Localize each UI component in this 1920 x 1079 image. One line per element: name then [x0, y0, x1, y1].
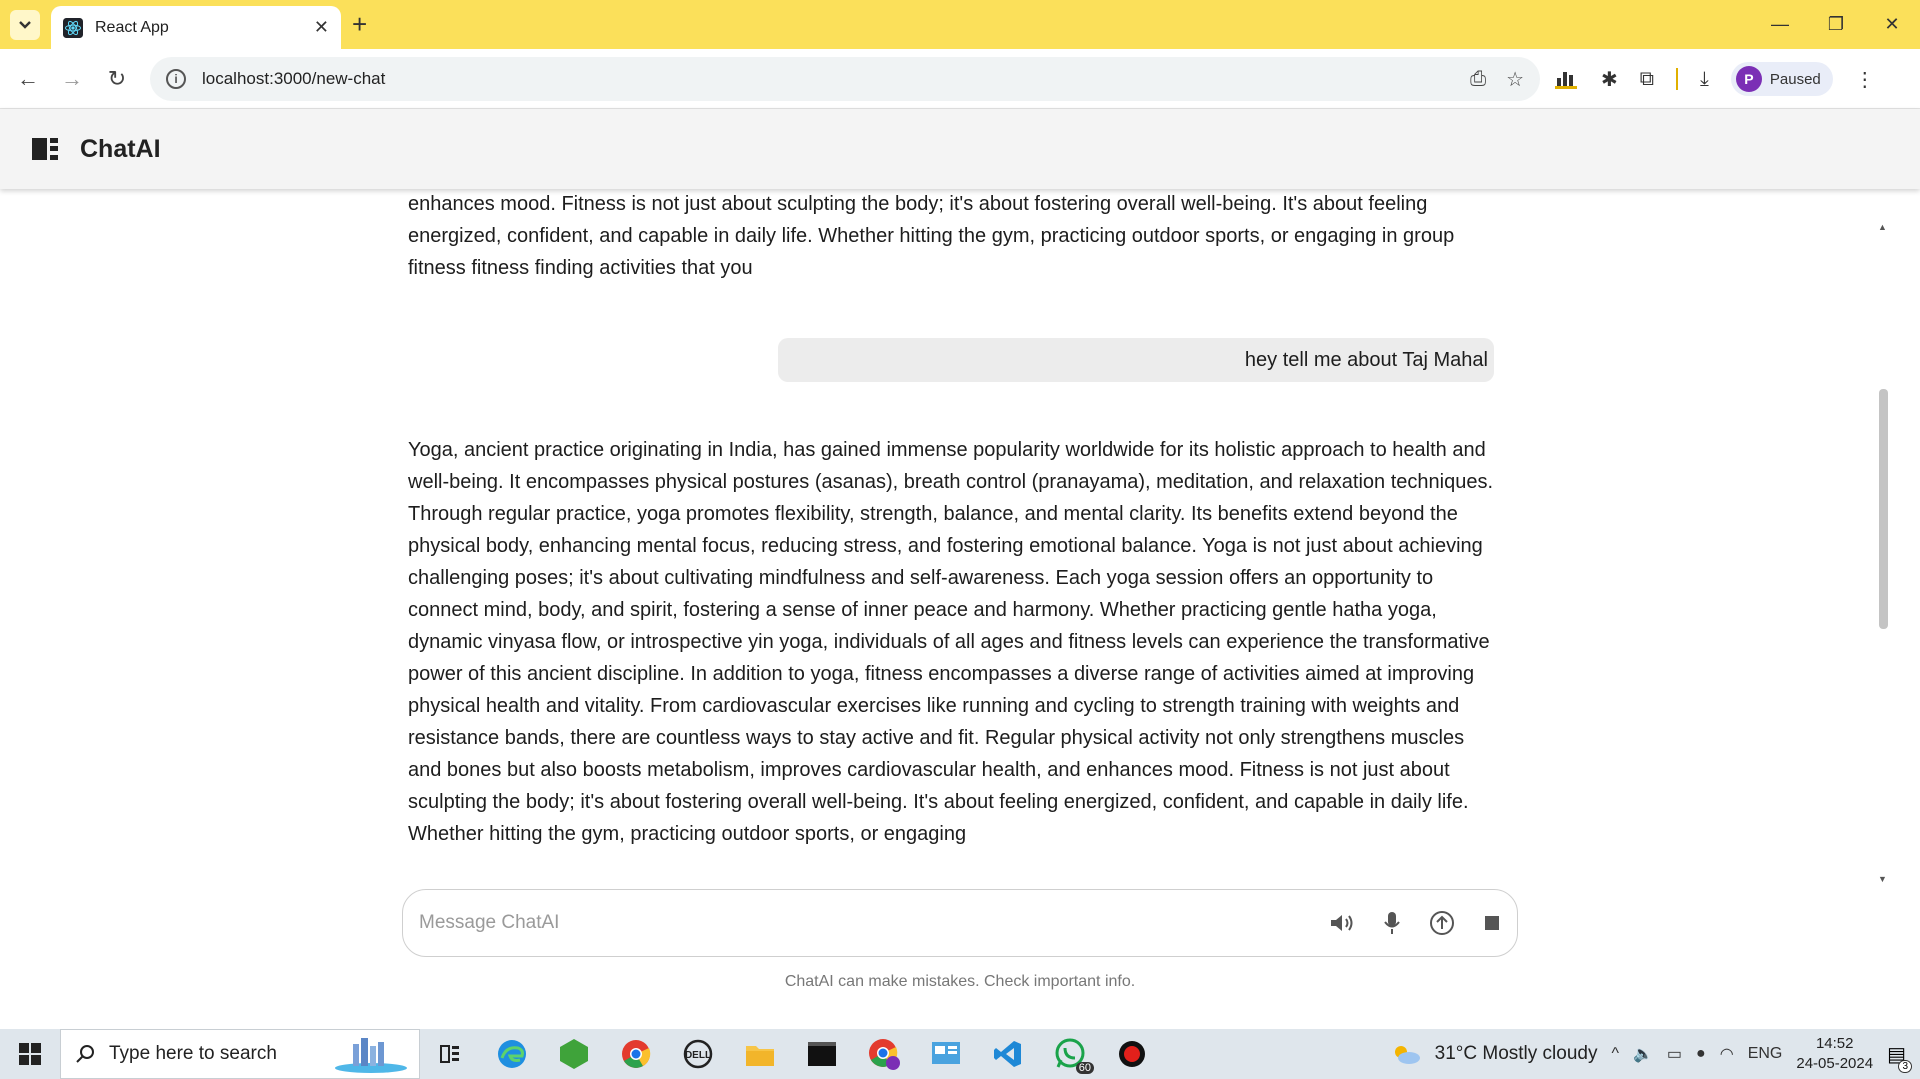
message-composer: [402, 889, 1518, 957]
address-bar[interactable]: i localhost:3000/new-chat ⎙ ☆: [150, 57, 1540, 101]
chevron-down-icon: [19, 21, 31, 29]
avatar: P: [1735, 66, 1762, 92]
terminal-icon[interactable]: [802, 1034, 842, 1074]
language-indicator[interactable]: ENG: [1748, 1045, 1783, 1063]
taskbar-search[interactable]: Type here to search: [60, 1029, 420, 1079]
profile-button[interactable]: P Paused: [1730, 62, 1833, 96]
sidebar-toggle-icon[interactable]: [32, 138, 58, 160]
taskbar-search-placeholder: Type here to search: [109, 1043, 277, 1064]
app-title: ChatAI: [80, 134, 161, 163]
chrome-icon[interactable]: [616, 1034, 656, 1074]
microphone-tray-icon[interactable]: ●: [1696, 1045, 1706, 1063]
tab-search-button[interactable]: [10, 10, 40, 40]
bug-extension-icon[interactable]: ✱: [1601, 67, 1618, 92]
app-header: ChatAI: [0, 109, 1920, 189]
chat-container[interactable]: physical activity not only strengthens m…: [0, 189, 1920, 888]
message-input[interactable]: [419, 912, 1301, 934]
window-close-icon[interactable]: ✕: [1864, 0, 1920, 49]
microphone-icon[interactable]: [1383, 911, 1401, 935]
vscode-icon[interactable]: [988, 1034, 1028, 1074]
toolbar-divider: [1676, 68, 1679, 90]
chat-scrollbar[interactable]: ▲ ▼: [1876, 189, 1890, 888]
whatsapp-badge: 60: [1075, 1062, 1094, 1074]
search-icon: [76, 1045, 94, 1063]
tab-close-icon[interactable]: ✕: [314, 17, 329, 38]
svg-text:DELL: DELL: [685, 1050, 711, 1061]
more-menu-icon[interactable]: ⋮: [1855, 67, 1875, 92]
profile-status: Paused: [1769, 70, 1821, 88]
tab-title: React App: [95, 18, 169, 36]
weather-text[interactable]: 31°C Mostly cloudy: [1435, 1043, 1598, 1065]
send-icon[interactable]: [1429, 910, 1455, 936]
system-tray: 31°C Mostly cloudy ^ 🔈 ▭ ● ◠ ENG 14:52 2…: [1391, 1029, 1920, 1079]
site-info-icon[interactable]: i: [166, 69, 186, 89]
browser-tab[interactable]: React App ✕: [51, 6, 341, 49]
assistant-message: physical activity not only strengthens m…: [408, 193, 1455, 279]
clock[interactable]: 14:52 24-05-2024: [1796, 1034, 1873, 1074]
task-view-icon[interactable]: [430, 1034, 470, 1074]
file-explorer-icon[interactable]: [740, 1034, 780, 1074]
notification-icon[interactable]: ▤ 3: [1887, 1042, 1912, 1073]
disclaimer-text: ChatAI can make mistakes. Check importan…: [784, 973, 1136, 990]
browser-toolbar: ← → ↻ i localhost:3000/new-chat ⎙ ☆ ✱ ⧉ …: [0, 49, 1920, 109]
clock-date: 24-05-2024: [1796, 1055, 1874, 1072]
forward-icon[interactable]: →: [58, 65, 86, 93]
wifi-icon[interactable]: ◠: [1720, 1044, 1734, 1064]
back-icon[interactable]: ←: [14, 65, 42, 93]
whatsapp-icon[interactable]: 60: [1050, 1034, 1094, 1074]
taskbar: Type here to search DELL 60 31°C Mostly …: [0, 1029, 1920, 1079]
volume-icon[interactable]: 🔈: [1633, 1044, 1653, 1064]
install-app-icon[interactable]: ⎙: [1470, 68, 1486, 91]
assistant-message: Yoga, ancient practice originating in In…: [408, 439, 1494, 845]
search-highlight-icon: [335, 1038, 407, 1073]
windows-start-icon[interactable]: [0, 1029, 60, 1079]
cloud-icon[interactable]: [1391, 1042, 1421, 1066]
recorder-icon[interactable]: [1112, 1034, 1152, 1074]
chevron-up-icon[interactable]: ^: [1611, 1045, 1619, 1063]
edge-icon[interactable]: [492, 1034, 532, 1074]
user-message: hey tell me about Taj Mahal: [778, 338, 1494, 382]
notification-badge: 3: [1898, 1059, 1912, 1073]
url-text[interactable]: localhost:3000/new-chat: [202, 69, 1450, 89]
chrome-profile-icon[interactable]: [864, 1034, 904, 1074]
control-panel-icon[interactable]: [926, 1034, 966, 1074]
browser-tabstrip: React App ✕ + — ❐ ✕: [0, 0, 1920, 49]
scroll-down-icon[interactable]: ▼: [1878, 874, 1887, 884]
battery-icon[interactable]: ▭: [1667, 1044, 1682, 1064]
scroll-up-icon[interactable]: ▲: [1878, 222, 1887, 232]
hexagon-app-icon[interactable]: [554, 1034, 594, 1074]
download-icon[interactable]: ⤓: [1700, 68, 1709, 91]
analytics-extension-icon[interactable]: [1555, 68, 1579, 90]
minimize-icon[interactable]: —: [1752, 0, 1808, 49]
extensions-puzzle-icon[interactable]: ⧉: [1640, 68, 1654, 91]
clock-time: 14:52: [1815, 1035, 1854, 1052]
scrollbar-thumb[interactable]: [1879, 389, 1888, 629]
bookmark-star-icon[interactable]: ☆: [1506, 67, 1524, 92]
restore-icon[interactable]: ❐: [1808, 0, 1864, 49]
react-icon: [63, 17, 83, 38]
new-tab-button[interactable]: +: [352, 10, 367, 38]
stop-icon[interactable]: [1483, 914, 1501, 932]
dell-icon[interactable]: DELL: [678, 1034, 718, 1074]
speaker-icon[interactable]: [1329, 912, 1355, 934]
reload-icon[interactable]: ↻: [103, 65, 131, 93]
